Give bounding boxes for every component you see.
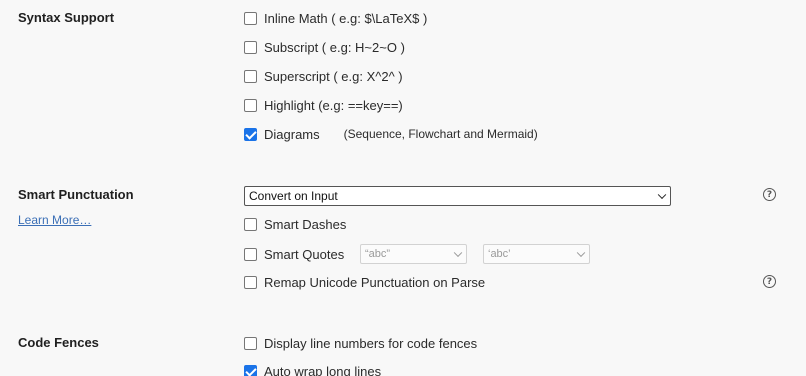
line-numbers-option[interactable]: Display line numbers for code fences xyxy=(244,334,477,352)
highlight-checkbox[interactable] xyxy=(244,98,257,112)
inline-math-label: Inline Math ( e.g: $\LaTeX$ ) xyxy=(264,10,428,26)
smart-quotes-label: Smart Quotes xyxy=(264,246,345,262)
diagrams-checkbox[interactable] xyxy=(244,127,257,141)
superscript-checkbox[interactable] xyxy=(244,69,257,83)
mode-select-value: Convert on Input xyxy=(249,189,338,203)
diagrams-note: (Sequence, Flowchart and Mermaid) xyxy=(343,127,538,141)
inline-math-option[interactable]: Inline Math ( e.g: $\LaTeX$ ) xyxy=(244,9,427,27)
subscript-label: Subscript ( e.g: H~2~O ) xyxy=(264,39,405,55)
smart-punctuation-mode-select[interactable]: Convert on Input xyxy=(244,186,671,206)
double-quotes-value: “abc” xyxy=(365,248,391,260)
auto-wrap-label: Auto wrap long lines xyxy=(264,363,382,376)
smart-punctuation-title: Smart Punctuation xyxy=(18,187,134,202)
single-quotes-value: ‘abc’ xyxy=(488,248,511,260)
smart-dashes-checkbox[interactable] xyxy=(244,217,257,231)
remap-unicode-checkbox[interactable] xyxy=(244,275,257,289)
line-numbers-checkbox[interactable] xyxy=(244,336,257,350)
single-quotes-select[interactable]: ‘abc’ xyxy=(483,244,590,264)
smart-quotes-option[interactable]: Smart Quotes xyxy=(244,245,344,263)
superscript-option[interactable]: Superscript ( e.g: X^2^ ) xyxy=(244,67,403,85)
subscript-checkbox[interactable] xyxy=(244,40,257,54)
line-numbers-label: Display line numbers for code fences xyxy=(264,335,478,351)
code-fences-title: Code Fences xyxy=(18,335,99,350)
smart-quotes-checkbox[interactable] xyxy=(244,247,257,261)
smart-dashes-option[interactable]: Smart Dashes xyxy=(244,215,346,233)
diagrams-option[interactable]: Diagrams (Sequence, Flowchart and Mermai… xyxy=(244,125,538,143)
diagrams-label: Diagrams xyxy=(264,126,320,142)
superscript-label: Superscript ( e.g: X^2^ ) xyxy=(264,68,403,84)
highlight-option[interactable]: Highlight (e.g: ==key==) xyxy=(244,96,403,114)
double-quotes-select[interactable]: “abc” xyxy=(360,244,467,264)
chevron-down-icon xyxy=(657,190,667,200)
smart-dashes-label: Smart Dashes xyxy=(264,216,347,232)
inline-math-checkbox[interactable] xyxy=(244,11,257,25)
subscript-option[interactable]: Subscript ( e.g: H~2~O ) xyxy=(244,38,405,56)
question-circle-icon[interactable]: ? xyxy=(763,275,776,288)
remap-unicode-label: Remap Unicode Punctuation on Parse xyxy=(264,274,486,290)
auto-wrap-checkbox[interactable] xyxy=(244,364,257,376)
syntax-support-title: Syntax Support xyxy=(18,10,115,25)
chevron-down-icon xyxy=(576,248,586,258)
chevron-down-icon xyxy=(453,248,463,258)
highlight-label: Highlight (e.g: ==key==) xyxy=(264,97,403,113)
learn-more-link[interactable]: Learn More… xyxy=(18,213,91,227)
question-circle-icon[interactable]: ? xyxy=(763,188,776,201)
remap-unicode-option[interactable]: Remap Unicode Punctuation on Parse xyxy=(244,273,485,291)
auto-wrap-option[interactable]: Auto wrap long lines xyxy=(244,362,381,376)
preferences-markdown-panel: Syntax Support Inline Math ( e.g: $\LaTe… xyxy=(0,0,806,376)
